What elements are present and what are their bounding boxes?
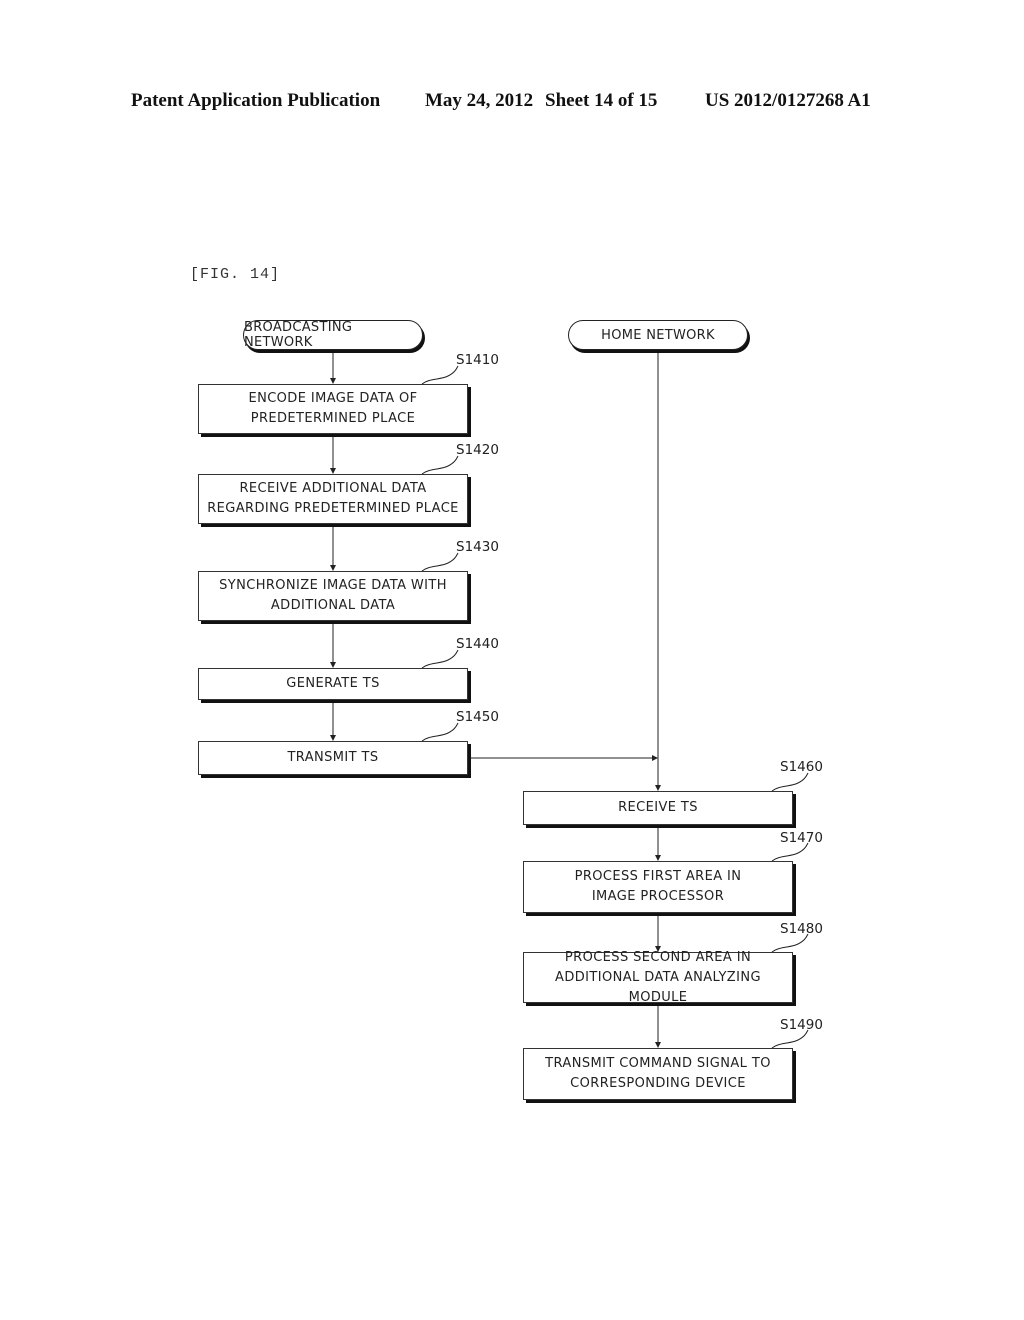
connector-lines — [330, 352, 809, 1049]
step-label-s1470: S1470 — [780, 830, 823, 846]
step-box-s1480: PROCESS SECOND AREA IN ADDITIONAL DATA A… — [523, 950, 793, 1005]
step-label-s1450: S1450 — [456, 709, 499, 725]
step-box-s1450: TRANSMIT TS — [198, 741, 468, 775]
step-label-s1420: S1420 — [456, 442, 499, 458]
step-label-s1430: S1430 — [456, 539, 499, 555]
leader-s1450 — [421, 722, 459, 742]
step-label-s1440: S1440 — [456, 636, 499, 652]
step-box-s1460: RECEIVE TS — [523, 791, 793, 825]
leader-s1410 — [421, 365, 459, 385]
leader-s1420 — [421, 455, 459, 475]
step-label-s1410: S1410 — [456, 352, 499, 368]
step-label-s1490: S1490 — [780, 1017, 823, 1033]
leader-s1440 — [421, 649, 459, 669]
step-label-s1460: S1460 — [780, 759, 823, 775]
step-box-s1490: TRANSMIT COMMAND SIGNAL TO CORRESPONDING… — [523, 1048, 793, 1100]
step-box-s1470: PROCESS FIRST AREA IN IMAGE PROCESSOR — [523, 861, 793, 913]
step-box-s1430: SYNCHRONIZE IMAGE DATA WITH ADDITIONAL D… — [198, 571, 468, 621]
step-box-s1440: GENERATE TS — [198, 668, 468, 700]
leader-s1430 — [421, 552, 459, 572]
step-label-s1480: S1480 — [780, 921, 823, 937]
leader-s1460 — [771, 772, 809, 792]
step-box-s1420: RECEIVE ADDITIONAL DATA REGARDING PREDET… — [198, 474, 468, 524]
step-box-s1410: ENCODE IMAGE DATA OF PREDETERMINED PLACE — [198, 384, 468, 434]
terminal-home-network: HOME NETWORK — [568, 320, 748, 350]
terminal-broadcasting-network: BROADCASTING NETWORK — [243, 320, 423, 350]
